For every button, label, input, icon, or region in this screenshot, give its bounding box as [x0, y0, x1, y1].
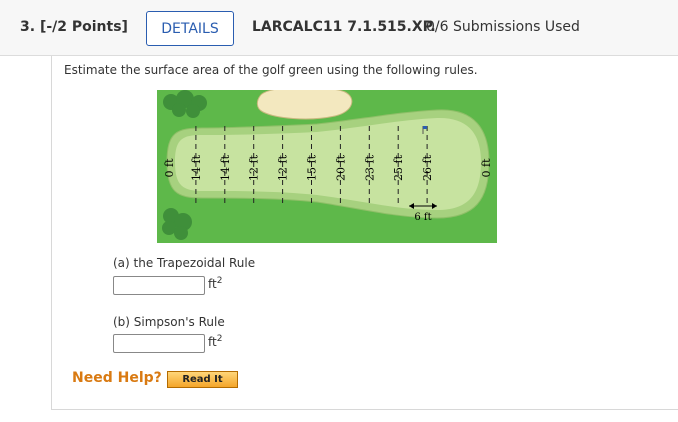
sand-trap	[256, 90, 353, 120]
width-label: 14 ft	[190, 154, 203, 181]
details-button[interactable]: DETAILS	[146, 11, 234, 46]
golf-green-figure: 0 ft 14 ft 14 ft 12 ft 12 ft 15 ft 20 ft 23 ft 2…	[157, 90, 497, 243]
part-b-label: (b) Simpson's Rule	[113, 315, 225, 329]
part-a-unit: ft2	[208, 276, 223, 291]
read-it-button[interactable]: Read It	[167, 371, 238, 388]
width-label: 26 ft	[421, 154, 434, 181]
question-header: 3. [-/2 Points] DETAILS LARCALC11 7.1.51…	[0, 0, 678, 56]
width-label: 0 ft	[480, 158, 493, 178]
part-a-label: (a) the Trapezoidal Rule	[113, 256, 256, 270]
question-number: 3. [-/2 Points]	[20, 19, 128, 35]
width-label: 14 ft	[219, 154, 232, 181]
question-code: LARCALC11 7.1.515.XP.	[252, 19, 436, 35]
trapezoidal-answer-input[interactable]	[113, 276, 205, 295]
width-label: 25 ft	[392, 154, 405, 181]
width-label: 0 ft	[163, 158, 176, 178]
width-label: 15 ft	[306, 154, 319, 181]
part-b-unit: ft2	[208, 334, 223, 349]
need-help-label: Need Help?	[72, 370, 162, 386]
width-label: 23 ft	[363, 154, 376, 181]
width-label: 20 ft	[334, 154, 347, 181]
spacing-label: 6 ft	[414, 212, 431, 223]
width-label: 12 ft	[248, 154, 261, 181]
width-label: 12 ft	[277, 154, 290, 181]
question-prompt: Estimate the surface area of the golf gr…	[64, 63, 478, 77]
simpsons-answer-input[interactable]	[113, 334, 205, 353]
points-label: [-/2 Points]	[39, 19, 128, 35]
submissions-count: 0/6 Submissions Used	[426, 19, 580, 35]
